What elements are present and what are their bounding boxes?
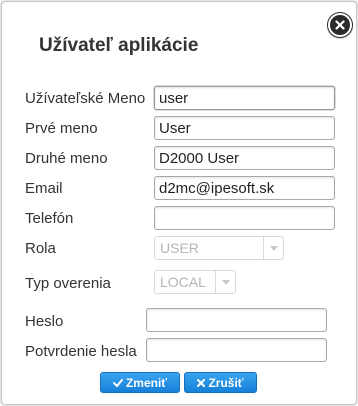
close-button[interactable] <box>328 13 352 37</box>
change-button-label: Zmeniť <box>125 375 168 390</box>
role-select-value: USER <box>160 240 199 256</box>
change-button[interactable]: Zmeniť <box>100 372 180 393</box>
cancel-button-label: Zrušiť <box>208 375 244 390</box>
dialog-title: Užívateľ aplikácie <box>39 35 199 56</box>
chevron-down-icon <box>215 271 235 293</box>
password-label: Heslo <box>25 313 64 330</box>
auth-type-select-value: LOCAL <box>160 274 206 290</box>
last-name-label: Druhé meno <box>25 150 108 167</box>
close-icon <box>335 20 345 30</box>
email-field[interactable] <box>154 176 335 200</box>
phone-label: Telefón <box>25 210 74 227</box>
cancel-button[interactable]: Zrušiť <box>184 372 257 393</box>
password-field[interactable] <box>146 308 327 332</box>
first-name-label: Prvé meno <box>25 120 98 137</box>
username-label: Užívateľské Meno <box>25 90 146 107</box>
phone-field[interactable] <box>154 206 335 230</box>
username-field[interactable] <box>154 86 335 110</box>
first-name-field[interactable] <box>154 116 335 140</box>
check-icon <box>112 378 123 387</box>
role-label: Rola <box>25 240 56 257</box>
x-icon <box>197 378 206 387</box>
password-confirm-field[interactable] <box>146 338 327 362</box>
last-name-field[interactable] <box>154 146 335 170</box>
password-confirm-label: Potvrdenie hesla <box>25 343 137 360</box>
user-dialog: Užívateľ aplikácie Užívateľské Meno Prvé… <box>1 1 357 405</box>
auth-type-label: Typ overenia <box>25 275 111 292</box>
role-select[interactable]: USER <box>154 236 284 260</box>
email-label: Email <box>25 180 63 197</box>
chevron-down-icon <box>263 237 283 259</box>
auth-type-select[interactable]: LOCAL <box>154 270 236 294</box>
